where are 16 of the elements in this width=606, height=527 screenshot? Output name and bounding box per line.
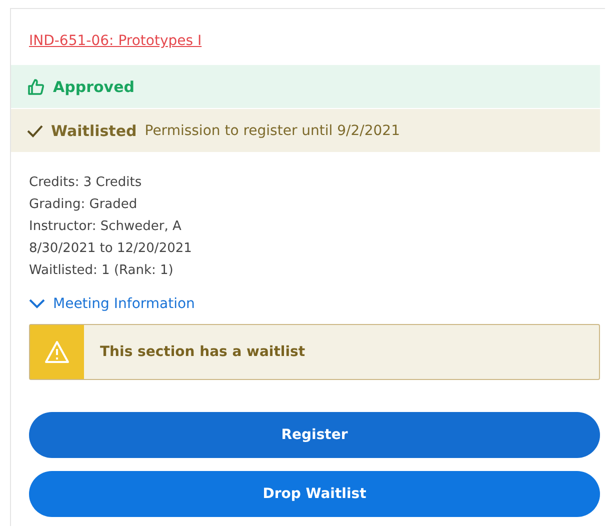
check-icon bbox=[27, 124, 43, 138]
register-button[interactable]: Register bbox=[29, 412, 600, 458]
detail-text: Grading: Graded bbox=[29, 196, 138, 214]
detail-text: Credits: 3 Credits bbox=[29, 174, 143, 192]
course-title-link[interactable]: IND-651-06: Prototypes I bbox=[29, 33, 202, 49]
detail-text: Instructor: Schweder, A bbox=[29, 218, 182, 236]
status-note: Permission to register until 9/2/2021 bbox=[144, 122, 400, 138]
status-label: Approved bbox=[53, 78, 134, 96]
status-label: Waitlisted bbox=[51, 122, 137, 140]
drop-waitlist-button[interactable]: Drop Waitlist bbox=[29, 471, 600, 517]
meeting-info-toggle[interactable]: Meeting Information bbox=[29, 296, 195, 312]
thumbs-up-icon bbox=[27, 78, 45, 96]
detail-text: 8/30/2021 to 12/20/2021 bbox=[29, 240, 193, 258]
warning-icon bbox=[44, 340, 70, 364]
detail-text: Waitlisted: 1 (Rank: 1) bbox=[29, 262, 174, 280]
alert-message: This section has a waitlist bbox=[99, 344, 306, 360]
